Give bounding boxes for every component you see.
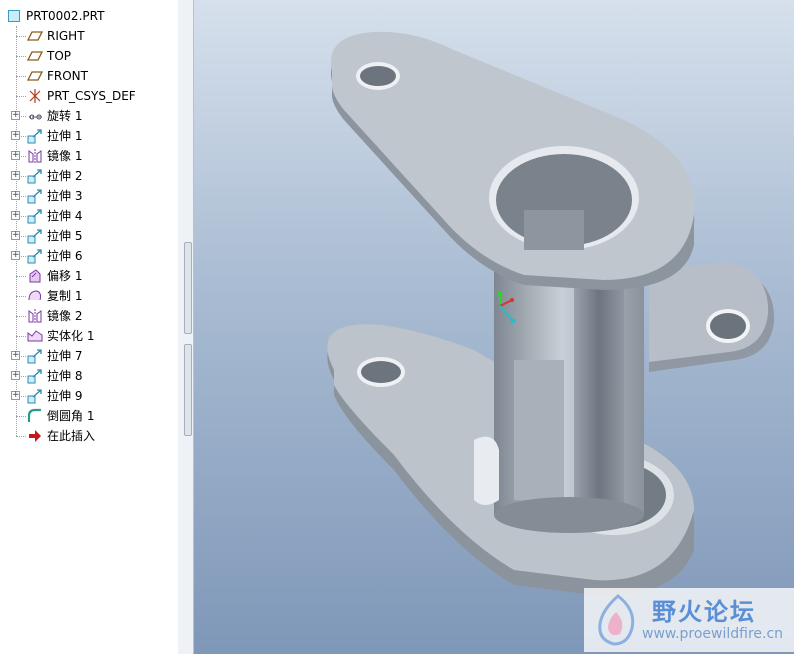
tree-item[interactable]: FRONT bbox=[0, 66, 178, 86]
revolve-icon bbox=[27, 108, 43, 124]
tree-item-label: 拉伸 4 bbox=[47, 209, 83, 223]
tree-item[interactable]: 在此插入 bbox=[0, 426, 178, 446]
expand-toggle-icon[interactable]: + bbox=[11, 171, 20, 180]
expand-toggle-icon[interactable]: + bbox=[11, 151, 20, 160]
tree-item[interactable]: + 拉伸 5 bbox=[0, 226, 178, 246]
tree-branch-line bbox=[16, 296, 26, 297]
solidify-icon bbox=[27, 328, 43, 344]
tree-item[interactable]: + 拉伸 9 bbox=[0, 386, 178, 406]
tree-item-label: 拉伸 6 bbox=[47, 249, 83, 263]
round-icon bbox=[27, 408, 43, 424]
tree-item-label: 拉伸 5 bbox=[47, 229, 83, 243]
panel-splitter[interactable] bbox=[178, 0, 194, 654]
tree-root-label: PRT0002.PRT bbox=[26, 9, 105, 23]
part-icon bbox=[8, 10, 20, 22]
tree-item[interactable]: + 镜像 1 bbox=[0, 146, 178, 166]
graphics-viewport[interactable]: 野火论坛 www.proewildfire.cn bbox=[194, 0, 794, 654]
side-bracket bbox=[649, 262, 775, 372]
3d-part-model bbox=[327, 31, 775, 596]
coordinate-system-icon bbox=[27, 88, 43, 104]
expand-toggle-icon[interactable]: + bbox=[11, 111, 20, 120]
expand-toggle-icon[interactable]: + bbox=[11, 371, 20, 380]
flame-logo-icon bbox=[598, 594, 635, 646]
expand-toggle-icon[interactable]: + bbox=[11, 231, 20, 240]
extrude-icon bbox=[27, 348, 43, 364]
tree-item[interactable]: 偏移 1 bbox=[0, 266, 178, 286]
top-flange bbox=[330, 31, 695, 291]
tree-item-label: 偏移 1 bbox=[47, 269, 83, 283]
tree-item[interactable]: + 拉伸 8 bbox=[0, 366, 178, 386]
tree-item[interactable]: + 拉伸 3 bbox=[0, 186, 178, 206]
tree-item[interactable]: + 拉伸 4 bbox=[0, 206, 178, 226]
expand-toggle-icon[interactable]: + bbox=[11, 391, 20, 400]
tree-item-label: 拉伸 2 bbox=[47, 169, 83, 183]
datum-plane-icon bbox=[26, 68, 44, 84]
tree-branch-line bbox=[16, 436, 26, 437]
tree-item[interactable]: + 拉伸 7 bbox=[0, 346, 178, 366]
tree-item[interactable]: + 拉伸 1 bbox=[0, 126, 178, 146]
expand-toggle-icon[interactable]: + bbox=[11, 191, 20, 200]
datum-plane-icon bbox=[26, 28, 44, 44]
expand-toggle-icon[interactable]: + bbox=[11, 131, 20, 140]
tree-item[interactable]: 复制 1 bbox=[0, 286, 178, 306]
tree-item[interactable]: + 旋转 1 bbox=[0, 106, 178, 126]
tree-branch-line bbox=[16, 316, 26, 317]
tree-item-label: 拉伸 7 bbox=[47, 349, 83, 363]
extrude-icon bbox=[27, 208, 43, 224]
tree-item-label: TOP bbox=[47, 49, 72, 63]
extrude-icon bbox=[27, 128, 43, 144]
extrude-icon bbox=[27, 188, 43, 204]
tree-branch-line bbox=[16, 56, 26, 57]
extrude-icon bbox=[27, 368, 43, 384]
tree-branch-line bbox=[16, 36, 26, 37]
tree-item-label: FRONT bbox=[47, 69, 88, 83]
tree-branch-line bbox=[16, 76, 26, 77]
tree-item-label: 拉伸 8 bbox=[47, 369, 83, 383]
tree-item-label: 在此插入 bbox=[47, 429, 96, 443]
tree-branch-line bbox=[16, 96, 26, 97]
tree-item[interactable]: + 拉伸 6 bbox=[0, 246, 178, 266]
tree-item[interactable]: PRT_CSYS_DEF bbox=[0, 86, 178, 106]
tree-item-label: PRT_CSYS_DEF bbox=[47, 89, 136, 103]
extrude-icon bbox=[27, 168, 43, 184]
watermark-title: 野火论坛 bbox=[652, 598, 756, 626]
mirror-icon bbox=[27, 308, 43, 324]
tree-item-label: 实体化 1 bbox=[47, 329, 95, 343]
watermark-url: www.proewildfire.cn bbox=[642, 626, 784, 642]
offset-icon bbox=[27, 268, 43, 284]
mirror-icon bbox=[27, 148, 43, 164]
tree-item[interactable]: RIGHT bbox=[0, 26, 178, 46]
extrude-icon bbox=[27, 228, 43, 244]
tree-item[interactable]: + 拉伸 2 bbox=[0, 166, 178, 186]
tree-item-label: 镜像 1 bbox=[47, 149, 83, 163]
expand-toggle-icon[interactable]: + bbox=[11, 251, 20, 260]
extrude-icon bbox=[27, 388, 43, 404]
expand-toggle-icon[interactable]: + bbox=[11, 211, 20, 220]
tree-branch-line bbox=[16, 336, 26, 337]
tree-item-label: 旋转 1 bbox=[47, 109, 83, 123]
tree-item-label: 镜像 2 bbox=[47, 309, 83, 323]
extrude-icon bbox=[27, 248, 43, 264]
expand-toggle-icon[interactable]: + bbox=[11, 351, 20, 360]
datum-plane-icon bbox=[26, 48, 44, 64]
tree-item-label: 拉伸 3 bbox=[47, 189, 83, 203]
model-tree-panel: PRT0002.PRT RIGHT TOP FRONT PRT_CSYS_DEF + 旋转… bbox=[0, 0, 179, 654]
insert-here-arrow-icon bbox=[27, 428, 43, 444]
splitter-grip-lower[interactable] bbox=[184, 344, 192, 436]
tree-item-label: 拉伸 9 bbox=[47, 389, 83, 403]
tree-item-label: 倒圆角 1 bbox=[47, 409, 95, 423]
tree-item-label: RIGHT bbox=[47, 29, 85, 43]
tree-item[interactable]: TOP bbox=[0, 46, 178, 66]
forum-watermark: 野火论坛 www.proewildfire.cn bbox=[584, 588, 794, 652]
tree-item[interactable]: 镜像 2 bbox=[0, 306, 178, 326]
tree-item-label: 复制 1 bbox=[47, 289, 83, 303]
copy-icon bbox=[27, 288, 43, 304]
tree-item[interactable]: 倒圆角 1 bbox=[0, 406, 178, 426]
tree-item-label: 拉伸 1 bbox=[47, 129, 83, 143]
tree-branch-line bbox=[16, 276, 26, 277]
splitter-grip-upper[interactable] bbox=[184, 242, 192, 334]
tree-item[interactable]: 实体化 1 bbox=[0, 326, 178, 346]
tree-branch-line bbox=[16, 416, 26, 417]
